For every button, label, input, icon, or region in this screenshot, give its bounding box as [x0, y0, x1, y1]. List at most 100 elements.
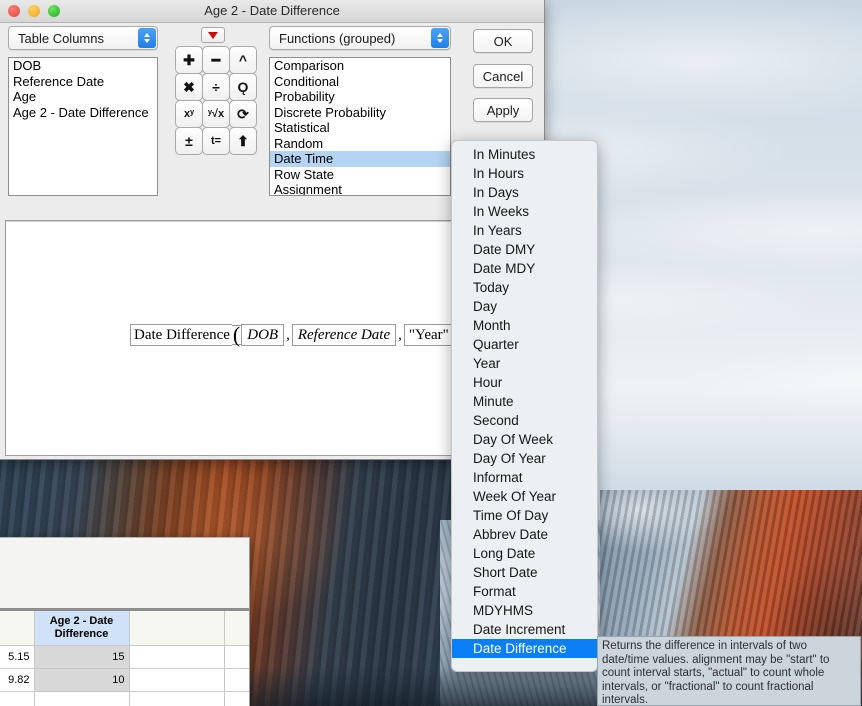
- table-row[interactable]: 9.82 10: [0, 668, 249, 692]
- multiply-button[interactable]: ✖: [175, 73, 203, 101]
- root-y-of-x-button[interactable]: ʸ√x: [202, 100, 230, 128]
- x-to-the-y-button[interactable]: xʸ: [175, 100, 203, 128]
- triangle-down-icon: [208, 31, 218, 39]
- menu-item-today[interactable]: Today: [452, 278, 597, 297]
- cell-r1-c0[interactable]: 9.82: [0, 668, 35, 692]
- list-item-age[interactable]: Age: [9, 89, 157, 105]
- menu-item-day-of-year[interactable]: Day Of Year: [452, 449, 597, 468]
- list-item-dob[interactable]: DOB: [9, 58, 157, 74]
- insert-button[interactable]: ⬆: [229, 127, 257, 155]
- keypad-menu-button[interactable]: [201, 27, 225, 43]
- menu-item-in-days[interactable]: In Days: [452, 183, 597, 202]
- menu-item-month[interactable]: Month: [452, 316, 597, 335]
- formula-arg-reference-date[interactable]: Reference Date: [291, 324, 397, 346]
- window-controls[interactable]: [8, 5, 60, 17]
- menu-item-day-of-week[interactable]: Day Of Week: [452, 430, 597, 449]
- transpose-button[interactable]: t=: [202, 127, 230, 155]
- cell-r1-c3[interactable]: [224, 668, 249, 692]
- menu-item-format[interactable]: Format: [452, 582, 597, 601]
- list-item-statistical[interactable]: Statistical: [270, 120, 450, 136]
- menu-item-year[interactable]: Year: [452, 354, 597, 373]
- table-columns-popup-button[interactable]: Table Columns: [8, 26, 158, 50]
- formula-arg-interval[interactable]: "Year": [403, 324, 454, 346]
- column-header-2[interactable]: [129, 611, 225, 646]
- formula-expression[interactable]: Date Difference ( DOB , Reference Date ,…: [130, 322, 464, 347]
- menu-item-short-date[interactable]: Short Date: [452, 563, 597, 582]
- cell-r0-c2[interactable]: [129, 645, 225, 669]
- list-item-date-time[interactable]: Date Time: [270, 151, 450, 167]
- list-item-row-state[interactable]: Row State: [270, 167, 450, 183]
- formula-function-name[interactable]: Date Difference: [130, 324, 232, 346]
- cell-r0-c3[interactable]: [224, 645, 249, 669]
- chevron-updown-icon[interactable]: [138, 28, 156, 48]
- divide-button[interactable]: ÷: [202, 73, 230, 101]
- menu-item-in-years[interactable]: In Years: [452, 221, 597, 240]
- menu-item-in-minutes[interactable]: In Minutes: [452, 145, 597, 164]
- caret-power-button[interactable]: ^: [229, 46, 257, 74]
- list-item-comparison[interactable]: Comparison: [270, 58, 450, 74]
- date-time-submenu[interactable]: In Minutes In Hours In Days In Weeks In …: [451, 140, 598, 672]
- list-item-assignment[interactable]: Assignment: [270, 182, 450, 195]
- minimize-button[interactable]: [28, 5, 40, 17]
- cell-r2-c2[interactable]: [129, 691, 225, 706]
- list-item-conditional[interactable]: Conditional: [270, 74, 450, 90]
- menu-item-second[interactable]: Second: [452, 411, 597, 430]
- chevron-updown-icon[interactable]: [431, 28, 449, 48]
- table-columns-list[interactable]: DOB Reference Date Age Age 2 - Date Diff…: [8, 57, 158, 196]
- local-variable-button[interactable]: Ǫ: [229, 73, 257, 101]
- menu-item-quarter[interactable]: Quarter: [452, 335, 597, 354]
- ok-button[interactable]: OK: [473, 29, 533, 53]
- list-item-reference-date[interactable]: Reference Date: [9, 74, 157, 90]
- table-columns-popup-label: Table Columns: [18, 30, 104, 46]
- data-table-window[interactable]: Age 2 - Date Difference 5.15 15 9.82 10: [0, 537, 250, 706]
- menu-item-date-dmy[interactable]: Date DMY: [452, 240, 597, 259]
- menu-item-minute[interactable]: Minute: [452, 392, 597, 411]
- cell-r2-c0[interactable]: [0, 691, 35, 706]
- menu-item-date-mdy[interactable]: Date MDY: [452, 259, 597, 278]
- cancel-button[interactable]: Cancel: [473, 64, 533, 88]
- plus-minus-button[interactable]: ±: [175, 127, 203, 155]
- column-header-3[interactable]: [224, 611, 249, 646]
- operator-keypad[interactable]: ✚ ━ ^ ✖ ÷ Ǫ xʸ ʸ√x ⟳ ± t= ⬆: [175, 46, 257, 155]
- menu-item-mdyhms[interactable]: MDYHMS: [452, 601, 597, 620]
- table-header-row: Age 2 - Date Difference: [0, 611, 249, 646]
- column-header-0[interactable]: [0, 611, 35, 646]
- close-button[interactable]: [8, 5, 20, 17]
- data-table-grid[interactable]: Age 2 - Date Difference 5.15 15 9.82 10: [0, 611, 249, 706]
- formula-arg-dob[interactable]: DOB: [241, 324, 285, 346]
- formula-comma-1: ,: [286, 327, 290, 343]
- list-item-probability[interactable]: Probability: [270, 89, 450, 105]
- cell-r0-c0[interactable]: 5.15: [0, 645, 35, 669]
- list-item-age2[interactable]: Age 2 - Date Difference: [9, 105, 157, 121]
- cell-r2-c1[interactable]: [34, 691, 130, 706]
- swap-terms-button[interactable]: ⟳: [229, 100, 257, 128]
- menu-item-week-of-year[interactable]: Week Of Year: [452, 487, 597, 506]
- table-row[interactable]: [0, 691, 249, 706]
- column-header-age2-date-difference[interactable]: Age 2 - Date Difference: [34, 611, 130, 646]
- list-item-discrete-probability[interactable]: Discrete Probability: [270, 105, 450, 121]
- cell-r1-c1[interactable]: 10: [34, 668, 130, 692]
- menu-item-day[interactable]: Day: [452, 297, 597, 316]
- menu-item-time-of-day[interactable]: Time Of Day: [452, 506, 597, 525]
- functions-list[interactable]: Comparison Conditional Probability Discr…: [269, 57, 451, 196]
- menu-item-in-weeks[interactable]: In Weeks: [452, 202, 597, 221]
- functions-popup-button[interactable]: Functions (grouped): [269, 26, 451, 50]
- dialog-titlebar[interactable]: Age 2 - Date Difference: [0, 0, 544, 23]
- cell-r0-c1[interactable]: 15: [34, 645, 130, 669]
- menu-item-long-date[interactable]: Long Date: [452, 544, 597, 563]
- menu-item-date-difference[interactable]: Date Difference: [452, 639, 597, 658]
- menu-item-date-increment[interactable]: Date Increment: [452, 620, 597, 639]
- add-button[interactable]: ✚: [175, 46, 203, 74]
- list-item-random[interactable]: Random: [270, 136, 450, 152]
- menu-item-in-hours[interactable]: In Hours: [452, 164, 597, 183]
- zoom-button[interactable]: [48, 5, 60, 17]
- apply-button[interactable]: Apply: [473, 98, 533, 122]
- table-row[interactable]: 5.15 15: [0, 645, 249, 669]
- menu-item-hour[interactable]: Hour: [452, 373, 597, 392]
- cell-r2-c3[interactable]: [224, 691, 249, 706]
- formula-open-paren: (: [231, 322, 242, 347]
- menu-item-informat[interactable]: Informat: [452, 468, 597, 487]
- menu-item-abbrev-date[interactable]: Abbrev Date: [452, 525, 597, 544]
- subtract-button[interactable]: ━: [202, 46, 230, 74]
- cell-r1-c2[interactable]: [129, 668, 225, 692]
